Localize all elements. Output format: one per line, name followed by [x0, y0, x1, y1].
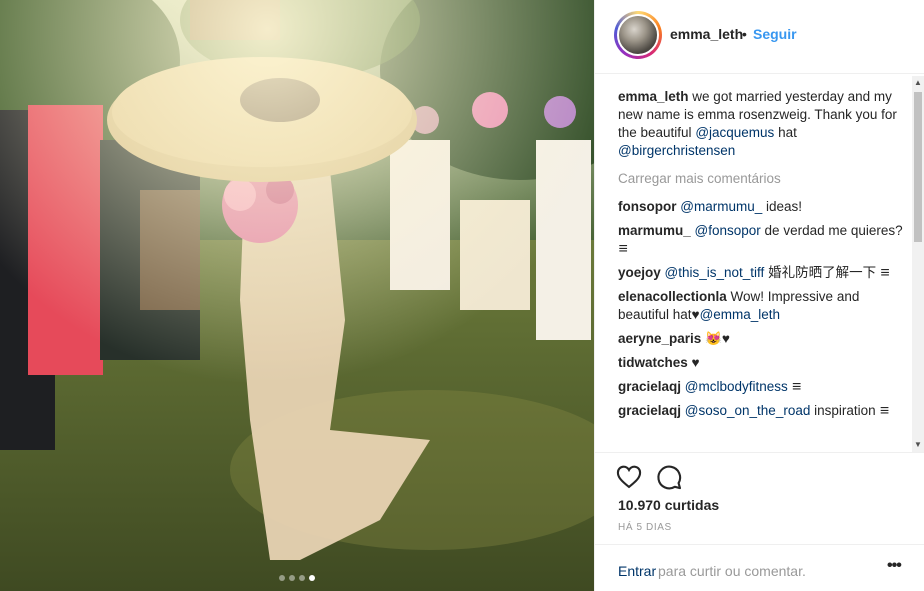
- caption: emma_leth we got married yesterday and m…: [618, 88, 908, 160]
- comments-list: emma_leth we got married yesterday and m…: [618, 88, 908, 448]
- carousel-dot-active[interactable]: [309, 575, 315, 581]
- comment-items: fonsopor @marmumu_ ideas! marmumu_ @fonso…: [618, 198, 908, 420]
- heart-outline-icon[interactable]: [615, 463, 643, 491]
- comment-text: 😻♥: [701, 331, 730, 346]
- comment-username[interactable]: marmumu_: [618, 223, 691, 238]
- comment-item: aeryne_paris 😻♥: [618, 330, 908, 348]
- caption-mention[interactable]: @jacquemus: [695, 125, 774, 140]
- scroll-thumb[interactable]: [914, 92, 922, 242]
- post-side-panel: emma_leth • Seguir emma_leth we got marr…: [594, 0, 924, 591]
- scroll-up-arrow-icon[interactable]: ▲: [912, 78, 924, 88]
- follow-button[interactable]: Seguir: [753, 26, 797, 42]
- comment-text: 婚礼防晒了解一下 𑁔: [764, 265, 891, 280]
- comment-item: yoejoy @this_is_not_tiff 婚礼防晒了解一下 𑁔: [618, 264, 908, 282]
- login-link[interactable]: Entrar: [618, 563, 656, 579]
- add-comment-bar: Entrar para curtir ou comentar. •••: [595, 544, 924, 591]
- post-photo[interactable]: [0, 0, 594, 591]
- wedding-photo: [0, 0, 594, 591]
- comment-item: fonsopor @marmumu_ ideas!: [618, 198, 908, 216]
- post-actions: 10.970 curtidas HÁ 5 DIAS Entrar para cu…: [595, 452, 924, 591]
- comment-item: tidwatches ♥: [618, 354, 908, 372]
- comment-mention[interactable]: @mclbodyfitness: [685, 379, 788, 394]
- carousel-dot[interactable]: [289, 575, 295, 581]
- comment-text: ♥: [687, 355, 700, 370]
- comment-username[interactable]: gracielaqj: [618, 379, 681, 394]
- comments-scrollbar[interactable]: ▲ ▼: [912, 76, 924, 452]
- carousel-dot[interactable]: [279, 575, 285, 581]
- comment-item: gracielaqj @mclbodyfitness 𑁔: [618, 378, 908, 396]
- comment-mention[interactable]: @soso_on_the_road: [685, 403, 811, 418]
- comment-username[interactable]: gracielaqj: [618, 403, 681, 418]
- caption-text: hat: [774, 125, 797, 140]
- header-separator: •: [742, 26, 747, 42]
- likes-count[interactable]: 10.970 curtidas: [618, 497, 719, 513]
- comment-username[interactable]: elenacollectionla: [618, 289, 727, 304]
- carousel-dot[interactable]: [299, 575, 305, 581]
- comment-item: gracielaqj @soso_on_the_road inspiration…: [618, 402, 908, 420]
- post-timestamp[interactable]: HÁ 5 DIAS: [618, 522, 672, 533]
- comment-username[interactable]: aeryne_paris: [618, 331, 701, 346]
- comment-item: marmumu_ @fonsopor de verdad me quieres?…: [618, 222, 908, 258]
- post-header: emma_leth • Seguir: [595, 0, 924, 74]
- carousel-indicator: [0, 575, 594, 581]
- comment-text: ideas!: [762, 199, 803, 214]
- comment-username[interactable]: yoejoy: [618, 265, 661, 280]
- caption-username[interactable]: emma_leth: [618, 89, 689, 104]
- comment-text: 𑁔: [787, 379, 803, 394]
- comment-mention[interactable]: @emma_leth: [700, 307, 781, 322]
- comment-text: inspiration 𑁔: [810, 403, 891, 418]
- comment-mention[interactable]: @this_is_not_tiff: [665, 265, 765, 280]
- avatar[interactable]: [617, 14, 659, 56]
- story-ring[interactable]: [614, 11, 662, 59]
- comment-bubble-icon[interactable]: [655, 463, 683, 491]
- caption-mention[interactable]: @birgerchristensen: [618, 143, 735, 158]
- comment-item: elenacollectionla Wow! Impressive and be…: [618, 288, 908, 324]
- header-username[interactable]: emma_leth: [670, 26, 743, 42]
- comment-mention[interactable]: @marmumu_: [680, 199, 762, 214]
- comment-username[interactable]: fonsopor: [618, 199, 677, 214]
- comment-mention[interactable]: @fonsopor: [695, 223, 761, 238]
- more-options-icon[interactable]: •••: [887, 558, 905, 579]
- load-more-comments-button[interactable]: Carregar mais comentários: [618, 170, 908, 188]
- comment-prompt: para curtir ou comentar.: [658, 563, 806, 579]
- scroll-down-arrow-icon[interactable]: ▼: [912, 440, 924, 450]
- comment-username[interactable]: tidwatches: [618, 355, 688, 370]
